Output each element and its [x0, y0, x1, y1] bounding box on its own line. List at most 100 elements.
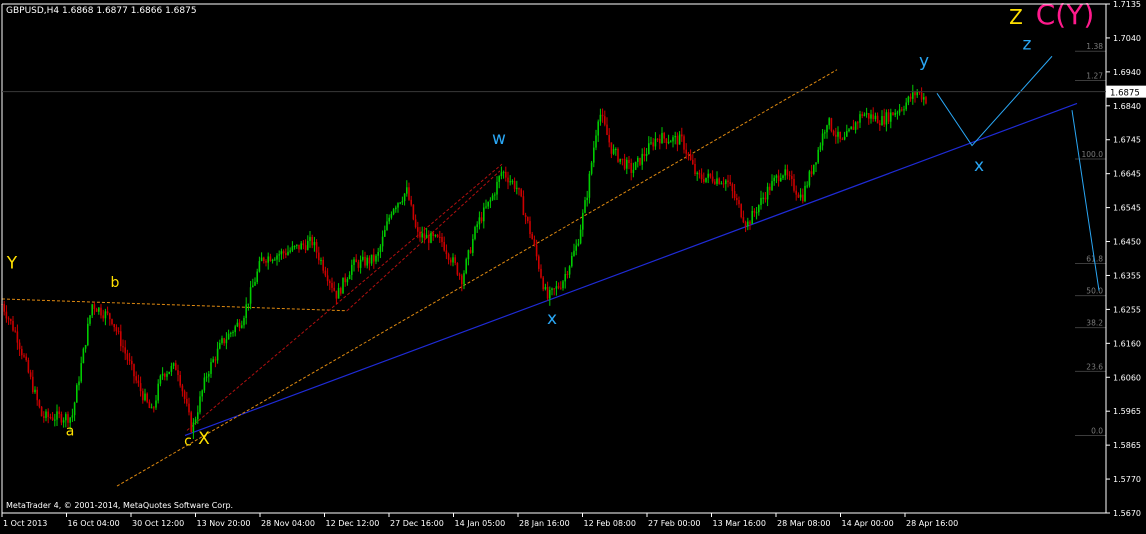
candle-body [494, 194, 496, 196]
candle-body [544, 287, 547, 290]
candle-body [755, 212, 758, 214]
candle-body [441, 236, 443, 242]
candle-body [828, 118, 830, 126]
candle-body [40, 406, 43, 417]
candle-body [47, 411, 49, 417]
candle-body [645, 153, 648, 156]
price-chart[interactable]: 1.381.27100.061.850.038.223.60.0 YbacXwx… [0, 0, 1146, 530]
candle-body [892, 112, 894, 116]
candle-body [762, 197, 764, 199]
candle-body [278, 254, 280, 256]
candle-body [881, 116, 883, 126]
candle-body [742, 217, 745, 223]
candle-body [476, 224, 478, 228]
candle-body [612, 149, 615, 154]
candle-body [601, 114, 604, 117]
y-tick-label: 1.6840 [1113, 102, 1141, 111]
candle-body [296, 244, 298, 246]
candle-body [223, 338, 225, 344]
candle-body [775, 175, 778, 178]
y-tick-label: 1.5670 [1113, 509, 1141, 518]
candle-body [850, 126, 852, 130]
candle-body [14, 330, 16, 332]
candle-body [610, 142, 613, 154]
candle-body [12, 320, 14, 331]
candle-body [428, 235, 430, 243]
candle-body [711, 176, 714, 182]
candle-body [236, 322, 239, 327]
candle-body [450, 259, 452, 263]
candle-body [500, 172, 503, 177]
candle-body [340, 287, 342, 294]
candle-body [395, 207, 397, 210]
wave-label: x [547, 309, 557, 329]
candle-body [859, 114, 861, 123]
candle-body [234, 326, 236, 333]
candle-body [861, 114, 863, 116]
candle-body [535, 244, 538, 257]
wave-label: Z [1009, 5, 1023, 29]
candle-body [725, 180, 727, 184]
candle-body [909, 96, 912, 99]
fib-level-label: 0.0 [1091, 426, 1103, 435]
candle-body [883, 116, 885, 125]
candle-body [326, 275, 329, 282]
candle-body [830, 118, 833, 131]
candle-body [454, 257, 456, 264]
candle-body [505, 171, 507, 178]
candle-body [256, 271, 258, 282]
candle-body [758, 205, 760, 213]
candle-body [705, 177, 707, 182]
candle-body [384, 230, 386, 237]
candle-body [502, 171, 505, 173]
candle-body [342, 277, 344, 294]
candle-body [595, 135, 597, 148]
candle-body [168, 371, 170, 374]
candle-body [641, 153, 643, 165]
candle-body [815, 162, 817, 165]
candle-body [102, 315, 104, 319]
candle-body [538, 256, 540, 269]
candle-body [333, 287, 335, 291]
candle-body [865, 113, 868, 115]
candle-body [324, 270, 327, 276]
candle-body [386, 221, 388, 231]
candle-body [3, 304, 5, 312]
candle-body [304, 245, 307, 250]
candle-body [388, 217, 390, 222]
candle-body [309, 236, 311, 241]
candle-body [806, 185, 808, 187]
candle-body [421, 233, 423, 238]
candle-body [549, 290, 551, 299]
candle-body [681, 134, 683, 137]
candle-body [335, 290, 338, 299]
candle-body [370, 254, 373, 264]
candle-body [267, 256, 269, 263]
candle-body [54, 419, 56, 421]
candle-body [648, 143, 650, 154]
candle-body [419, 231, 421, 238]
candle-body [557, 286, 560, 288]
candle-body [716, 178, 718, 184]
candle-body [197, 412, 199, 420]
candle-body [516, 187, 518, 189]
candle-body [225, 339, 228, 344]
candle-body [106, 311, 109, 314]
candle-body [879, 123, 881, 126]
chart-area[interactable]: 1.381.27100.061.850.038.223.60.0 YbacXwx… [0, 0, 1146, 530]
candle-body [463, 273, 465, 285]
candle-body [104, 311, 107, 319]
candle-body [551, 288, 553, 291]
candle-body [824, 132, 826, 134]
candle-body [205, 376, 208, 378]
candle-body [87, 323, 89, 346]
candle-body [738, 200, 740, 205]
candle-body [872, 114, 874, 119]
candle-body [469, 250, 472, 253]
wave-label: a [66, 423, 75, 439]
candle-body [696, 172, 698, 175]
y-tick-label: 1.6160 [1113, 339, 1141, 348]
candle-body [685, 149, 687, 154]
candle-body [62, 420, 65, 423]
candle-body [357, 262, 360, 268]
